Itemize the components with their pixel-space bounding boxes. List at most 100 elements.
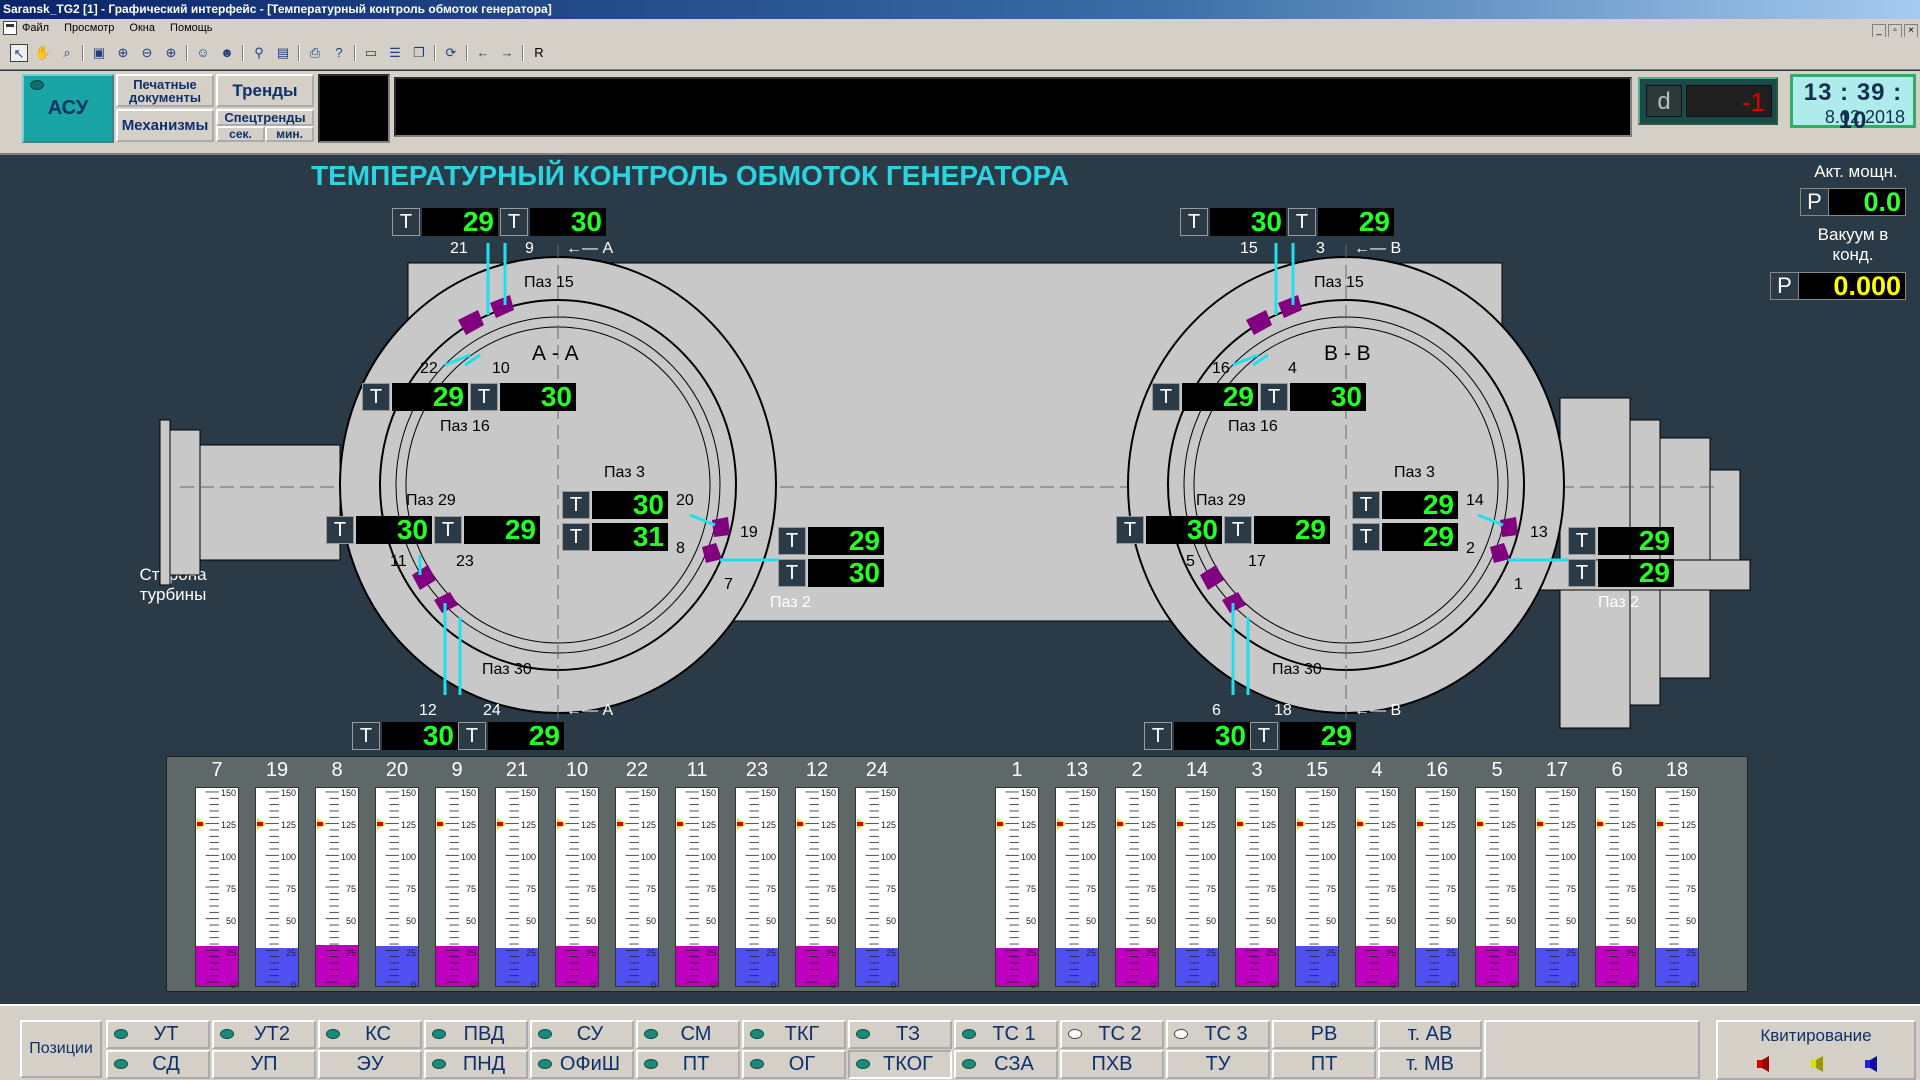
gauge-tick-label: 0: [1030, 980, 1036, 990]
zoom-out-icon[interactable]: ⊖: [138, 44, 156, 62]
forward-icon[interactable]: →: [498, 44, 516, 62]
help-icon[interactable]: ?: [330, 44, 348, 62]
back-icon[interactable]: ←: [474, 44, 492, 62]
alarm-marker-icon: [617, 818, 626, 830]
nav-button-tkog[interactable]: ТКОГ: [848, 1050, 952, 1079]
nav-button-t-mv[interactable]: т. МВ: [1378, 1050, 1482, 1079]
gauge-number: 10: [565, 759, 589, 781]
menu-file[interactable]: Файл: [22, 19, 49, 37]
sensor-num-18: 18: [1274, 702, 1292, 719]
gauge-8: 8 150 125 100 75 50 25 0: [313, 757, 361, 993]
sensor-num-16: 16: [1212, 360, 1230, 377]
nav-button-sd[interactable]: СД: [106, 1050, 210, 1079]
nav-button-ts1[interactable]: ТС 1: [954, 1020, 1058, 1049]
nav-button-tu[interactable]: ТУ: [1166, 1050, 1270, 1079]
gauge-21: 21 150 125 100 75 50 25 0: [493, 757, 541, 993]
gauge-bar: 150 125 100 75 50 25 0: [1535, 787, 1579, 990]
close-icon[interactable]: ×: [1904, 24, 1918, 38]
nav-button-ts3[interactable]: ТС 3: [1166, 1020, 1270, 1049]
acknowledge-panel[interactable]: Квитирование: [1716, 1020, 1916, 1080]
zoom-11-icon[interactable]: ▣: [90, 44, 108, 62]
users-remove-icon[interactable]: ☻: [218, 44, 236, 62]
nav-button-eu[interactable]: ЭУ: [318, 1050, 422, 1079]
gauge-tick-label: 0: [1330, 980, 1336, 990]
spec-trends-min-button[interactable]: мин.: [265, 126, 314, 142]
header-panel: АСУ Печатные документы Тренды Механизмы …: [0, 71, 1920, 155]
gauge-12: 12 150 125 100 75 50 25 0: [793, 757, 841, 993]
nav-button-label: ЭУ: [356, 1053, 384, 1075]
menu-view[interactable]: Просмотр: [64, 19, 114, 37]
nav-button-pnd[interactable]: ПНД: [424, 1050, 528, 1079]
zoom-in-icon[interactable]: ⊕: [162, 44, 180, 62]
alarm-marker-icon: [797, 818, 806, 830]
zoom-fit-icon[interactable]: ⊕: [114, 44, 132, 62]
users-icon[interactable]: ☺: [194, 44, 212, 62]
nav-button-ut[interactable]: УТ: [106, 1020, 210, 1049]
nav-button-pvd[interactable]: ПВД: [424, 1020, 528, 1049]
mechanisms-button[interactable]: Механизмы: [116, 109, 214, 142]
trends-button[interactable]: Тренды: [216, 74, 314, 107]
menu-windows[interactable]: Окна: [129, 19, 155, 37]
restore-icon[interactable]: ▫: [1888, 24, 1902, 38]
nav-button-pt2[interactable]: ПТ: [1272, 1050, 1376, 1079]
gauge-tick-label: 0: [1510, 980, 1516, 990]
nav-button-up[interactable]: УП: [212, 1050, 316, 1079]
menu-help[interactable]: Помощь: [170, 19, 213, 37]
gauge-tick-label: 25: [465, 948, 476, 958]
layout-1-icon[interactable]: ▭: [362, 44, 380, 62]
nav-button-sza[interactable]: СЗА: [954, 1050, 1058, 1079]
nav-button-ut2[interactable]: УТ2: [212, 1020, 316, 1049]
nav-button-tz[interactable]: ТЗ: [848, 1020, 952, 1049]
zoom-icon[interactable]: ⌕: [58, 44, 76, 62]
speaker-red-icon[interactable]: [1756, 1056, 1772, 1072]
bottom-nav: Позиции Квитирование УТ СД УТ2 УП КС ЭУ ПВД ПНД…: [0, 1004, 1920, 1080]
gauge-tick-label: 75: [465, 884, 476, 894]
nav-button-og[interactable]: ОГ: [742, 1050, 846, 1079]
nav-button-t-av[interactable]: т. АВ: [1378, 1020, 1482, 1049]
print-icon[interactable]: ⎙: [306, 44, 324, 62]
spec-trends-button[interactable]: Спецтренды: [216, 109, 314, 126]
r-button[interactable]: R: [530, 44, 548, 62]
nav-button-phv[interactable]: ПХВ: [1060, 1050, 1164, 1079]
gauge-number: 2: [1131, 759, 1143, 781]
app-icon[interactable]: [3, 21, 17, 35]
gauge-tick-label: 125: [580, 820, 596, 830]
status-led-icon: [1068, 1029, 1082, 1039]
minimize-icon[interactable]: _: [1872, 24, 1886, 38]
b-paz2-label: Паз 2: [1598, 594, 1639, 611]
temp-sensor-7: T 30: [778, 559, 884, 587]
gauge-tick-label: 25: [1565, 948, 1576, 958]
nav-button-ts2[interactable]: ТС 2: [1060, 1020, 1164, 1049]
nav-button-ofish[interactable]: ОФиШ: [530, 1050, 634, 1079]
a-paz3-label: Паз 3: [604, 464, 645, 481]
positions-button[interactable]: Позиции: [20, 1020, 102, 1078]
alarm-marker-icon: [1237, 818, 1246, 830]
print-docs-button[interactable]: Печатные документы: [116, 74, 214, 107]
table-icon[interactable]: ▤: [274, 44, 292, 62]
layout-2-icon[interactable]: ☰: [386, 44, 404, 62]
speaker-blue-icon[interactable]: [1864, 1056, 1880, 1072]
nav-button-tkg[interactable]: ТКГ: [742, 1020, 846, 1049]
asu-button[interactable]: АСУ: [22, 74, 114, 143]
nav-button-su[interactable]: СУ: [530, 1020, 634, 1049]
spec-trends-sec-button[interactable]: сек.: [216, 126, 265, 142]
nav-button-rv[interactable]: РВ: [1272, 1020, 1376, 1049]
hand-icon[interactable]: ✋: [34, 44, 52, 62]
binoculars-icon[interactable]: ⚲: [250, 44, 268, 62]
message-display: [394, 77, 1632, 137]
windows-icon[interactable]: ❐: [410, 44, 428, 62]
status-led-icon: [1174, 1029, 1188, 1039]
temp-sensor-14: T 29: [1352, 491, 1458, 519]
gauge-tick-label: 50: [1265, 916, 1276, 926]
pointer-icon[interactable]: ↖: [10, 44, 28, 62]
speaker-yellow-icon[interactable]: [1810, 1056, 1826, 1072]
nav-button-ks[interactable]: КС: [318, 1020, 422, 1049]
refresh-icon[interactable]: ⟳: [442, 44, 460, 62]
temp-sensor-16: T 29: [1152, 383, 1258, 411]
gauge-tick-label: 100: [820, 852, 836, 862]
nav-button-sm[interactable]: СМ: [636, 1020, 740, 1049]
shaft-coupling-left: [169, 429, 201, 576]
alarm-marker-icon: [997, 818, 1006, 830]
nav-button-label: ТЗ: [895, 1023, 921, 1045]
nav-button-pt[interactable]: ПТ: [636, 1050, 740, 1079]
